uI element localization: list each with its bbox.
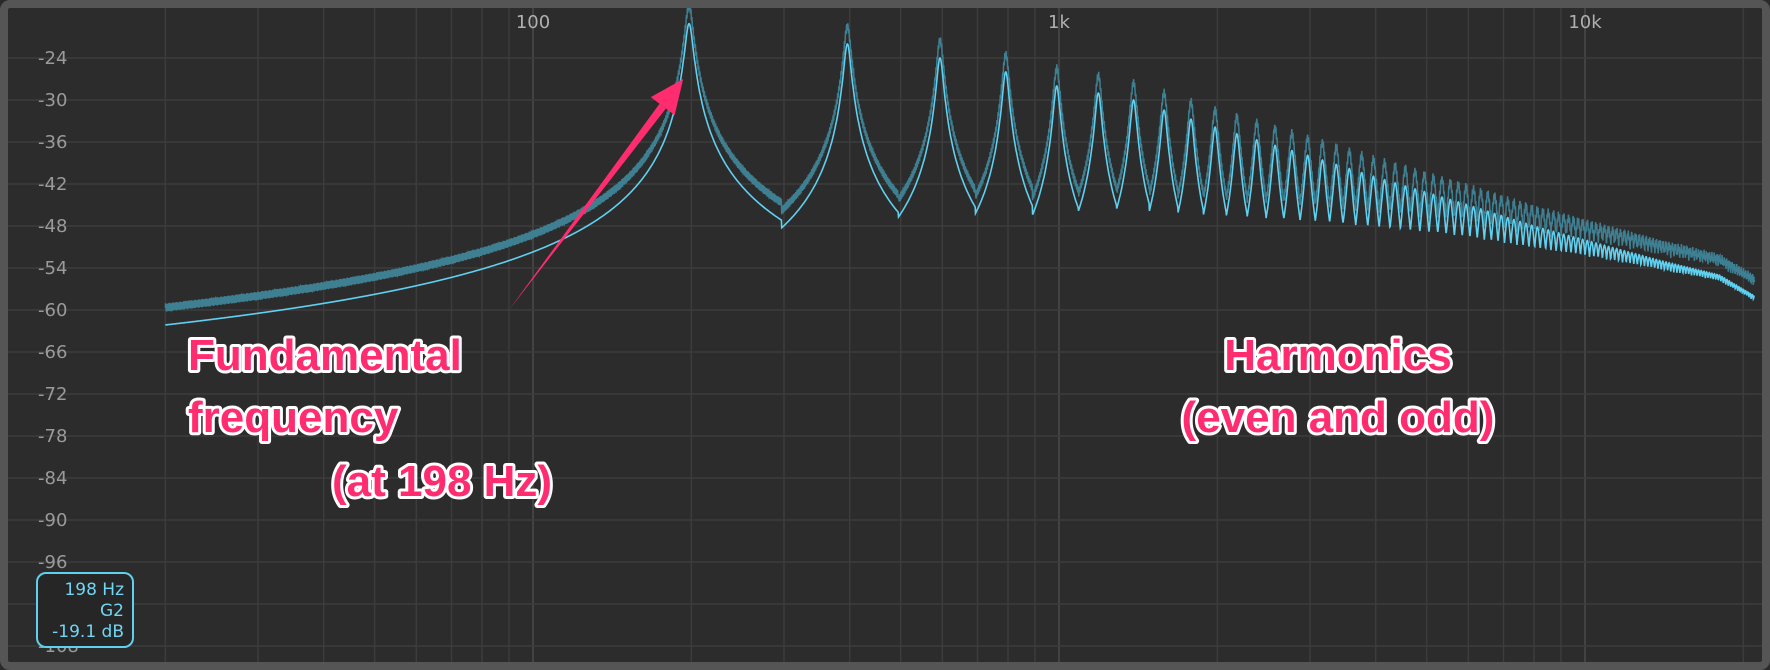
- readout-level: -19.1 dB: [52, 622, 124, 642]
- y-tick-label: -84: [38, 468, 67, 489]
- annotation-fundamental-line2: frequency: [188, 393, 399, 442]
- annotation-harmonics-line2: (even and odd): [1182, 393, 1495, 442]
- spectrum-analyzer: -24 -30 -36 -42 -48 -54 -60 -66 -72 -78 -84 -90 -96 -…: [0, 0, 1770, 670]
- y-tick-label: -96: [38, 552, 67, 573]
- x-axis-ticks: 100 1k 10k: [516, 12, 1602, 33]
- y-tick-label: -36: [38, 132, 67, 153]
- y-tick-label: -48: [38, 216, 67, 237]
- spectrum-trace: [165, 22, 1755, 326]
- spectrum-traces: [164, 8, 1756, 326]
- y-tick-label: -72: [38, 384, 67, 405]
- y-tick-label: -66: [38, 342, 67, 363]
- annotation-fundamental-line1: Fundamental: [188, 331, 462, 380]
- x-tick-label: 10k: [1568, 12, 1602, 33]
- y-tick-label: -60: [38, 300, 67, 321]
- annotation-harmonics-line1: Harmonics: [1224, 331, 1451, 380]
- y-tick-label: -90: [38, 510, 67, 531]
- spectrum-plot[interactable]: -24 -30 -36 -42 -48 -54 -60 -66 -72 -78 -84 -90 -96 -…: [8, 8, 1762, 662]
- y-tick-label: -42: [38, 174, 67, 195]
- annotation-fundamental-line3: (at 198 Hz): [332, 457, 552, 506]
- fundamental-arrow: [508, 79, 684, 310]
- readout-note: G2: [100, 601, 124, 621]
- x-tick-label: 1k: [1048, 12, 1070, 33]
- readout-frequency: 198 Hz: [64, 580, 124, 600]
- y-tick-label: -30: [38, 90, 67, 111]
- annotation-harmonics: Harmonics (even and odd): [1179, 328, 1498, 445]
- y-tick-label: -54: [38, 258, 67, 279]
- annotation-fundamental: Fundamental frequency (at 198 Hz): [185, 328, 555, 509]
- y-tick-label: -24: [38, 48, 67, 69]
- spectrum-trace-hold: [164, 8, 1756, 313]
- cursor-readout: 198 Hz G2 -19.1 dB: [36, 572, 134, 648]
- y-tick-label: -78: [38, 426, 67, 447]
- x-tick-label: 100: [516, 12, 550, 33]
